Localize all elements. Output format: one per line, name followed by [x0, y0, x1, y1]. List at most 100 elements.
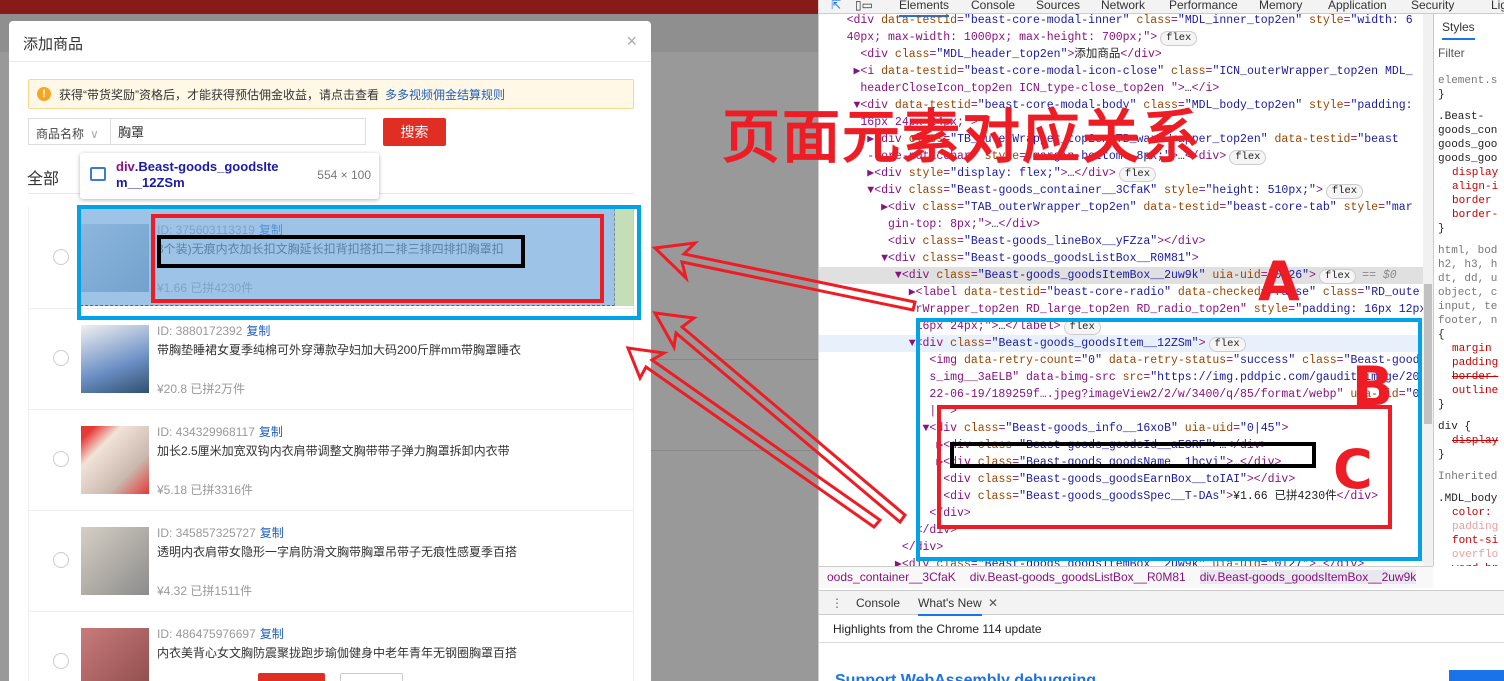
dom-tree-line[interactable]: 16px 24px 24px;"> — [819, 114, 1423, 131]
dom-tree-line[interactable]: <img data-retry-count="0" data-retry-sta… — [819, 352, 1423, 369]
more-icon[interactable]: ⋮ — [831, 596, 843, 610]
devtools-panel: ⇱ ▯▭ Elements Console Sources Network Perfor… — [818, 0, 1504, 681]
confirm-button[interactable] — [258, 673, 325, 681]
dom-tree-line[interactable]: s_img__3aELB" data-bimg-src src="https:/… — [819, 369, 1423, 386]
dom-tree-line[interactable]: ▼<div class="Beast-goods_goodsItemBox__2… — [819, 267, 1423, 284]
dom-tree-line[interactable]: rWrapper_top2en RD_large_top2en RD_radio… — [819, 301, 1423, 318]
tab-lig[interactable]: Lig — [1491, 0, 1504, 12]
dom-tree-line[interactable]: </div> — [819, 505, 1423, 522]
dom-tree-line[interactable]: ▶<div style="display: flex;">…</div> flex — [819, 165, 1423, 182]
copy-id-link[interactable]: 复制 — [260, 526, 284, 540]
tab-styles[interactable]: Styles — [1442, 20, 1475, 40]
breadcrumb-item[interactable]: div.Beast-goods_goodsItemBox__2uw9k — [1199, 570, 1417, 584]
dom-tree-line[interactable]: ▼<div data-testid="beast-core-modal-body… — [819, 97, 1423, 114]
copy-id-link[interactable]: 复制 — [260, 627, 284, 641]
style-rule-line: padding — [1452, 357, 1499, 369]
goods-spec: ¥4.32 已拼1511件 — [157, 584, 253, 598]
dom-tree-line[interactable]: ▼<div class="Beast-goods_container__3Cfa… — [819, 182, 1423, 199]
style-rule-line: input, te — [1438, 301, 1498, 313]
cancel-button[interactable] — [340, 673, 403, 681]
style-rule-line: margin — [1452, 343, 1492, 355]
flex-badge[interactable]: flex — [1318, 269, 1357, 284]
styles-filter-input[interactable]: Filter — [1438, 46, 1465, 60]
dom-tree-line[interactable]: gin-top: 8px;">…</div> — [819, 216, 1423, 233]
close-icon[interactable]: × — [626, 31, 637, 52]
dom-tree-line[interactable]: <div class="Beast-goods_goodsSpec__T-DAs… — [819, 488, 1423, 505]
dom-tree-line[interactable]: </div> — [819, 522, 1423, 539]
flex-badge[interactable]: flex — [1160, 31, 1198, 46]
search-input[interactable] — [110, 118, 366, 145]
flex-badge[interactable]: flex — [1063, 320, 1101, 335]
dom-tree-line[interactable]: 16px 24px;">…</label> flex — [819, 318, 1423, 335]
dom-tree-line[interactable]: |7"> — [819, 403, 1423, 420]
goods-list-item[interactable]: ID: 434329968117 复制 加长2.5厘米加宽双钩内衣肩带调整文胸带带… — [28, 409, 634, 511]
goods-list-item[interactable]: ID: 486475976697 复制 内衣美背心女文胸防震聚拢跑步瑜伽健身中老年… — [28, 611, 634, 681]
flex-badge[interactable]: flex — [1208, 337, 1246, 352]
tab-console[interactable]: Console — [856, 596, 900, 610]
tab-memory[interactable]: Memory — [1259, 0, 1302, 12]
commission-rules-link[interactable]: 多多视频佣金结算规则 — [385, 86, 505, 103]
tab-performance[interactable]: Performance — [1169, 0, 1238, 12]
dom-tree-line[interactable]: </div> — [819, 539, 1423, 556]
dom-tree-line[interactable]: 22-06-19/189259f….jpeg?imageView2/2/w/34… — [819, 386, 1423, 403]
select-radio[interactable] — [53, 350, 69, 366]
goods-list-item[interactable]: ID: 345857325727 复制 透明内衣肩带女隐形一字肩防滑文胸带胸罩吊带… — [28, 510, 634, 612]
dom-tree-line[interactable]: ▼<div class="Beast-goods_goodsListBox__R… — [819, 250, 1423, 267]
goods-list-item[interactable]: ID: 3880172392 复制 带胸垫睡裙女夏季纯棉可外穿薄款孕妇加大码200… — [28, 308, 634, 410]
dom-tree-line[interactable]: ▶<div class="TAB_outerWrapper_top2en" da… — [819, 199, 1423, 216]
dom-tree-line[interactable]: -core-noticebar" style="margin-bottom: 8… — [819, 148, 1423, 165]
dom-tree-line[interactable]: headerCloseIcon_top2en ICN_type-close_to… — [819, 80, 1423, 97]
whats-new-heading[interactable]: Support WebAssembly debugging — [835, 672, 1096, 681]
dom-tree-line[interactable]: ▶<div class="Beast-goods_goodsId__aESRF"… — [819, 437, 1423, 454]
tab-all[interactable]: 全部 — [27, 165, 59, 189]
copy-id-link[interactable]: 复制 — [246, 324, 270, 338]
dom-tree-line[interactable]: ▼<div class="Beast-goods_goodsItem__12ZS… — [819, 335, 1423, 352]
breadcrumb-item[interactable]: div.Beast-goods_goodsListBox__R0M81 — [970, 570, 1186, 584]
element-highlight-padding — [614, 208, 634, 306]
style-rule-line: display — [1452, 167, 1499, 179]
search-button[interactable]: 搜索 — [383, 118, 446, 146]
dom-tree-line[interactable]: <div class="Beast-goods_goodsEarnBox__to… — [819, 471, 1423, 488]
dom-tree-line[interactable]: ▶<div class="TB_outerWrapper_top2en TB_w… — [819, 131, 1423, 148]
select-radio[interactable] — [53, 653, 69, 669]
breadcrumb-item[interactable]: oods_container__3CfaK — [827, 570, 956, 584]
dom-tree-line[interactable]: 40px; max-width: 1000px; max-height: 700… — [819, 29, 1423, 46]
dom-line-code: ▼<div class="Beast-goods_info__16xoB" ui… — [819, 422, 1289, 435]
site-header-bar — [0, 0, 818, 14]
dom-tree-line[interactable]: ▶<div class="Beast-goods_goodsItemBox__2… — [819, 556, 1423, 566]
dom-tree-line[interactable]: <div class="MDL_header_top2en">添加商品</div… — [819, 46, 1423, 63]
dom-tree-line[interactable]: <div class="Beast-goods_lineBox__yFZza">… — [819, 233, 1423, 250]
styles-pane: Styles Filter element.s} .Beast-goods_con… — [1433, 14, 1504, 566]
tab-security[interactable]: Security — [1411, 0, 1454, 12]
tab-whats-new[interactable]: What's New — [918, 596, 982, 616]
select-radio[interactable] — [53, 451, 69, 467]
tab-sources[interactable]: Sources — [1036, 0, 1080, 12]
dom-tree-line[interactable]: ▶<label data-testid="beast-core-radio" d… — [819, 284, 1423, 301]
search-field-select[interactable]: 商品名称 ∨ — [28, 118, 110, 145]
dom-line-code: s_img__3aELB" data-bimg-src src="https:/… — [819, 371, 1420, 384]
tab-console[interactable]: Console — [971, 0, 1015, 12]
flex-badge[interactable]: flex — [1118, 167, 1157, 182]
inspect-element-icon[interactable]: ⇱ — [831, 0, 841, 12]
tab-application[interactable]: Application — [1328, 0, 1387, 12]
flex-badge[interactable]: flex — [1229, 150, 1267, 165]
copy-id-link[interactable]: 复制 — [259, 425, 283, 439]
notice-bar: ! 获得“带货奖励”资格后，才能获得预估佣金收益，请点击查看 多多视频佣金结算规… — [28, 79, 634, 109]
device-toolbar-icon[interactable]: ▯▭ — [855, 0, 873, 12]
style-rule-line: word-br — [1452, 562, 1498, 566]
goods-thumbnail — [81, 426, 149, 494]
dom-line-code: ▶<label data-testid="beast-core-radio" d… — [819, 286, 1420, 299]
close-icon[interactable]: ✕ — [988, 596, 998, 610]
dom-tree-line[interactable]: ▼<div class="Beast-goods_info__16xoB" ui… — [819, 420, 1423, 437]
goods-thumbnail — [81, 325, 149, 393]
scrollbar-thumb[interactable] — [1424, 284, 1432, 424]
dom-line-code: ▶<div class="TAB_outerWrapper_top2en" da… — [819, 201, 1413, 214]
tab-network[interactable]: Network — [1101, 0, 1145, 12]
select-radio[interactable] — [53, 552, 69, 568]
dom-tree-line[interactable]: <div data-testid="beast-core-modal-inner… — [819, 14, 1423, 29]
dom-tree-line[interactable]: ▶<div class="Beast-goods_goodsName__1hcv… — [819, 454, 1423, 471]
select-radio[interactable] — [53, 249, 69, 265]
flex-badge[interactable]: flex — [1325, 184, 1364, 199]
dom-tree-line[interactable]: ▶<i data-testid="beast-core-modal-icon-c… — [819, 63, 1423, 80]
scrollbar[interactable] — [1423, 14, 1433, 566]
